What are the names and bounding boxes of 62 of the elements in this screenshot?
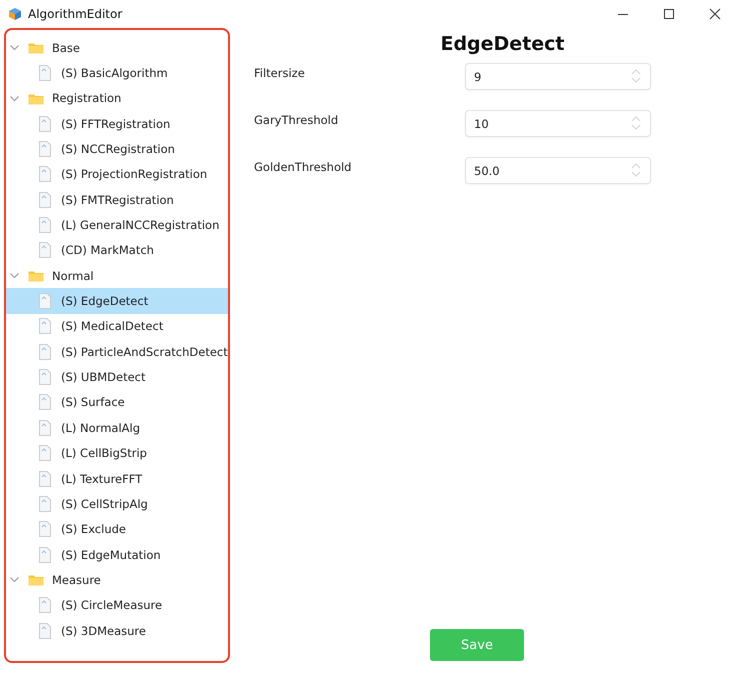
spinner-icon[interactable] — [630, 162, 642, 178]
document-icon — [38, 65, 52, 82]
tree-item[interactable]: Registration — [52, 91, 122, 106]
folder-icon — [28, 92, 44, 105]
document-icon — [38, 521, 52, 538]
document-icon — [38, 445, 52, 462]
editor-title: EdgeDetect — [440, 32, 565, 56]
tree-item[interactable]: (S) ProjectionRegistration — [6, 162, 228, 188]
document-icon — [38, 344, 52, 360]
document-icon — [38, 496, 52, 512]
document-icon — [38, 394, 52, 410]
number-field[interactable]: 10 — [465, 110, 651, 137]
tree-item[interactable]: (CD) MarkMatch — [6, 238, 228, 264]
tree-item[interactable]: (S) EdgeMutation — [6, 542, 228, 568]
document-icon — [38, 546, 52, 563]
document-icon — [38, 217, 52, 234]
tree-item[interactable]: (L) NormalAlg — [6, 415, 228, 440]
document-icon — [38, 597, 52, 614]
document-icon — [38, 116, 52, 132]
tree-item[interactable]: (S) NCCRegistration — [6, 136, 228, 162]
number-field[interactable]: 50.0 — [465, 157, 651, 184]
tree-item[interactable]: (S) FFTRegistration — [6, 111, 228, 136]
maximize-icon[interactable] — [663, 8, 675, 20]
tree-item[interactable]: Base — [52, 40, 80, 55]
tree-item[interactable]: (L) CellBigStrip — [6, 440, 228, 466]
document-icon — [38, 141, 52, 158]
number-field[interactable]: 9 — [465, 63, 651, 90]
tree-item[interactable]: Measure — [52, 572, 101, 587]
folder-icon — [28, 269, 44, 282]
document-icon — [38, 166, 52, 182]
tree-item[interactable]: (S) CellStripAlg — [6, 491, 228, 517]
field-label: GaryThreshold — [254, 112, 338, 127]
spinner-icon[interactable] — [630, 115, 642, 131]
tree-item[interactable]: (S) ParticleAndScratchDetect — [6, 339, 228, 364]
field-label: GoldenThreshold — [254, 159, 352, 174]
document-icon — [38, 293, 52, 310]
tree-item[interactable]: (S) UBMDetect — [6, 364, 228, 390]
tree-item[interactable]: (S) Exclude — [6, 516, 228, 542]
document-icon — [38, 242, 52, 258]
tree-item[interactable]: (S) MedicalDetect — [6, 314, 228, 340]
tree-item[interactable]: (S) BasicAlgorithm — [6, 60, 228, 86]
folder-icon — [28, 573, 44, 586]
document-icon — [38, 470, 52, 487]
close-icon[interactable] — [709, 8, 721, 20]
tree-item[interactable]: (S) FMTRegistration — [6, 187, 228, 212]
document-icon — [38, 192, 52, 208]
tree-item[interactable]: (L) GeneralNCCRegistration — [6, 212, 228, 238]
document-icon — [38, 420, 52, 436]
document-icon — [38, 369, 52, 386]
window-title: AlgorithmEditor — [28, 7, 122, 21]
app-icon — [8, 7, 22, 21]
tree-item[interactable]: (S) EdgeDetect — [6, 288, 228, 314]
tree-item[interactable]: (L) TextureFFT — [6, 466, 228, 492]
document-icon — [38, 622, 52, 639]
spinner-icon[interactable] — [630, 68, 642, 84]
tree-item[interactable]: (S) 3DMeasure — [6, 618, 228, 644]
field-label: Filtersize — [254, 65, 305, 80]
document-icon — [38, 318, 52, 334]
tree-item[interactable]: Normal — [52, 268, 94, 283]
tree-item[interactable]: (S) Surface — [6, 390, 228, 416]
tree-item[interactable]: (S) CircleMeasure — [6, 592, 228, 618]
folder-icon — [28, 41, 44, 54]
